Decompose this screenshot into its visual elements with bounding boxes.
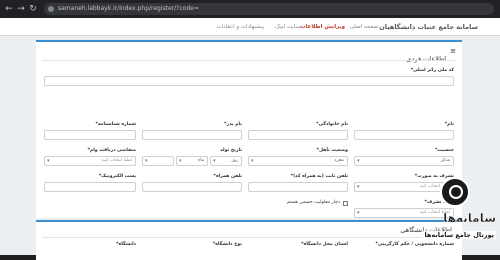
- card-header: ≡ اطلاعات فردی: [406, 46, 456, 63]
- birth-day-select[interactable]: روز: [210, 156, 242, 166]
- disability-label: دچار معلولیت جسمی هستم: [286, 200, 340, 205]
- address-bar[interactable]: samaneh.labbayk.ir/index.php/register/?c…: [44, 3, 494, 15]
- last-name-input[interactable]: [248, 130, 348, 140]
- top-navigation: سامانه جامع عتبات دانشگاهیان صفحه اصلی و…: [0, 18, 500, 36]
- first-name-label: نام*: [444, 122, 454, 127]
- logo-icon: [440, 177, 470, 207]
- university-label: دانشگاه*: [116, 242, 136, 247]
- birth-month-select[interactable]: ماه: [176, 156, 208, 166]
- university-province-label: استان محل دانشگاه*: [301, 242, 348, 247]
- logo-text: سامانه‌ها: [443, 211, 496, 225]
- lock-icon: [48, 6, 54, 12]
- mobile-input[interactable]: [142, 182, 242, 192]
- birth-year-select[interactable]: [142, 156, 174, 166]
- university-type-label: نوع دانشگاه*: [212, 242, 242, 247]
- phone-label: تلفن ثابت (به همراه کد)*: [290, 174, 348, 179]
- marital-select[interactable]: مجرد: [248, 156, 348, 166]
- browser-toolbar: ← → ↻ samaneh.labbayk.ir/index.php/regis…: [0, 0, 500, 18]
- marital-label: وضعیت تأهل*: [316, 148, 348, 153]
- email-input[interactable]: [44, 182, 136, 192]
- url-text: samaneh.labbayk.ir/index.php/register/?c…: [58, 5, 199, 12]
- nav-link-home[interactable]: صفحه اصلی: [350, 18, 378, 36]
- personal-info-card: ≡ اطلاعات فردی کد ملی زائر اصلی* نام* نا…: [36, 40, 462, 218]
- card-title: اطلاعات فردی: [406, 55, 446, 63]
- nav-link-feedback[interactable]: پیشنهادات و انتقادات: [216, 18, 264, 36]
- id-number-input[interactable]: [44, 130, 136, 140]
- email-label: پست الکترونیک*: [98, 174, 136, 179]
- site-brand[interactable]: سامانه جامع عتبات دانشگاهیان: [379, 18, 478, 36]
- watermark-logo: سامانه‌ها پورتال جامع سامانه‌ها: [422, 177, 500, 255]
- last-name-label: نام خانوادگی*: [316, 122, 348, 127]
- loan-request-select[interactable]: لطفا انتخاب کنید: [44, 156, 136, 166]
- phone-input[interactable]: [248, 182, 348, 192]
- mobile-label: تلفن همراه*: [213, 174, 242, 179]
- divider: [42, 237, 456, 238]
- back-icon[interactable]: ←: [4, 4, 14, 14]
- university-info-card: اطلاعات دانشگاهی شماره دانشجویی / حکم کا…: [36, 220, 462, 260]
- nav-link-edit-info[interactable]: ویرایش اطلاعات: [300, 18, 345, 36]
- disability-checkbox[interactable]: [343, 201, 348, 206]
- nav-link-labbayk-site[interactable]: سایت لبیک: [275, 18, 300, 36]
- id-number-label: شماره شناسنامه*: [95, 122, 136, 127]
- gender-select[interactable]: مذکر: [354, 156, 454, 166]
- father-name-label: نام پدر*: [224, 122, 242, 127]
- divider: [42, 60, 456, 61]
- birth-date-label: تاریخ تولد: [220, 148, 242, 153]
- loan-request-label: متقاضی دریافت وام*: [87, 148, 136, 153]
- national-code-input[interactable]: [44, 76, 454, 86]
- menu-icon: ≡: [450, 47, 456, 55]
- reload-icon[interactable]: ↻: [28, 4, 38, 14]
- father-name-input[interactable]: [142, 130, 242, 140]
- logo-subtitle: پورتال جامع سامانه‌ها: [422, 231, 496, 239]
- forward-icon[interactable]: →: [16, 4, 26, 14]
- national-code-label: کد ملی زائر اصلی*: [410, 68, 454, 73]
- first-name-input[interactable]: [354, 130, 454, 140]
- gender-label: جنسیت*: [434, 148, 454, 153]
